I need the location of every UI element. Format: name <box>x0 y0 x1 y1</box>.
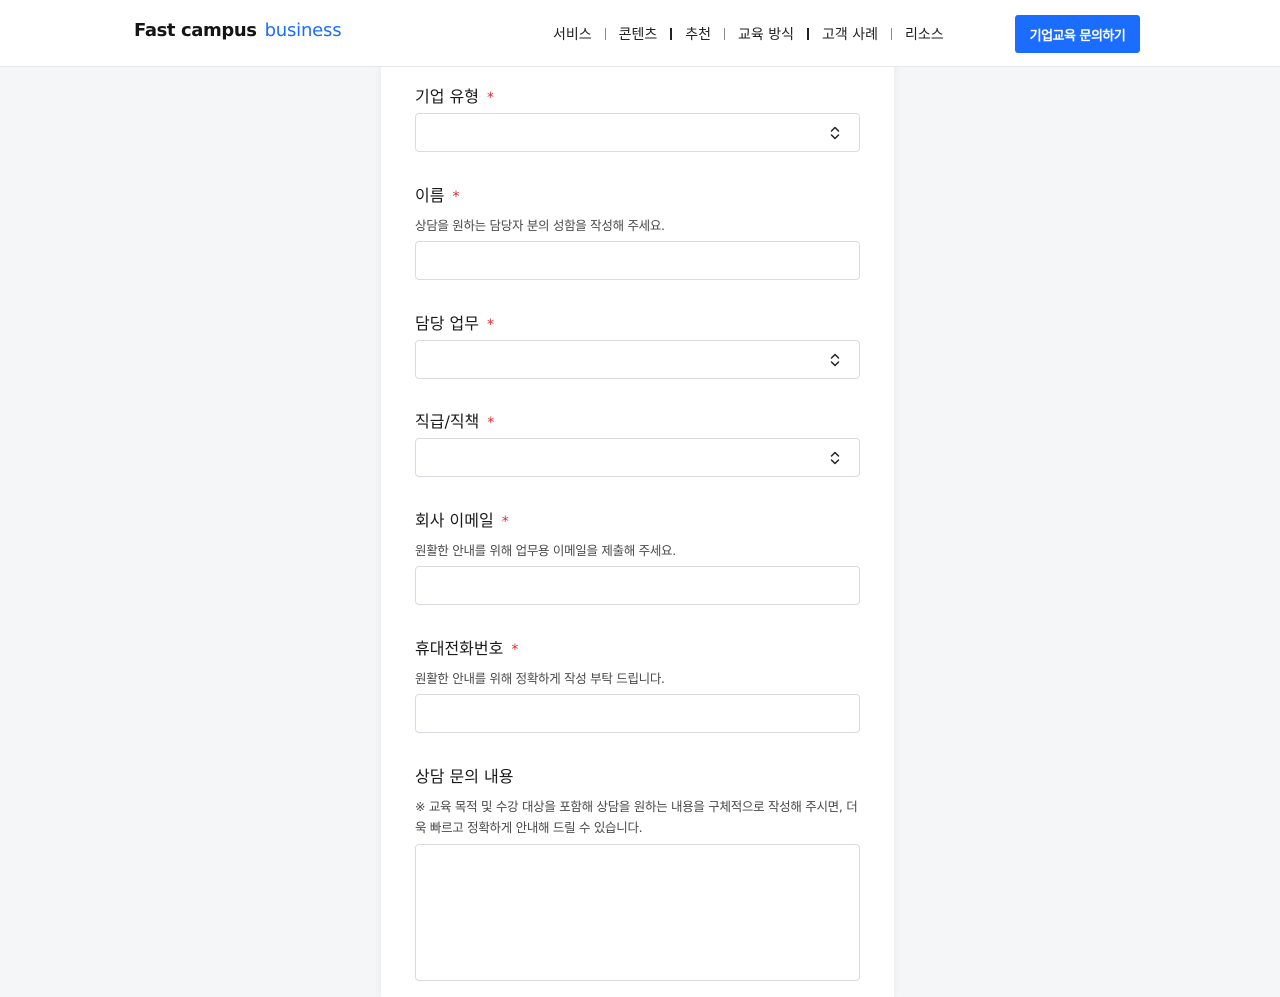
duty-label: 담당 업무 * <box>415 313 860 335</box>
top-header: Fast campus business 서비스 콘텐츠 추천 교육 방식 고객… <box>0 0 1280 67</box>
required-mark: * <box>501 514 509 530</box>
phone-label-text: 휴대전화번호 <box>415 639 504 658</box>
required-mark: * <box>452 189 460 205</box>
position-label: 직급/직책 * <box>415 411 860 433</box>
email-input[interactable] <box>415 566 860 605</box>
nav-item-contents[interactable]: 콘텐츠 <box>606 24 671 44</box>
position-select[interactable] <box>415 438 860 477</box>
corporate-inquiry-button[interactable]: 기업교육 문의하기 <box>1015 15 1140 53</box>
email-field: 회사 이메일 * 원활한 안내를 위해 업무용 이메일을 제출해 주세요. <box>415 510 860 605</box>
logo-main-text: Fast campus <box>134 20 257 41</box>
updown-chevron-icon <box>830 126 840 140</box>
name-input[interactable] <box>415 241 860 280</box>
inquiry-textarea[interactable] <box>415 844 860 981</box>
required-mark: * <box>487 415 495 431</box>
email-help-text: 원활한 안내를 위해 업무용 이메일을 제출해 주세요. <box>415 543 676 558</box>
position-label-text: 직급/직책 <box>415 412 480 431</box>
name-label: 이름 * <box>415 185 860 207</box>
nav-item-service[interactable]: 서비스 <box>540 24 605 44</box>
email-label-text: 회사 이메일 <box>415 511 494 530</box>
duty-select[interactable] <box>415 340 860 379</box>
nav-item-resources[interactable]: 리소스 <box>892 24 957 44</box>
phone-field: 휴대전화번호 * 원활한 안내를 위해 정확하게 작성 부탁 드립니다. <box>415 638 860 733</box>
updown-chevron-icon <box>830 451 840 465</box>
required-mark: * <box>486 317 494 333</box>
name-label-text: 이름 <box>415 186 445 205</box>
updown-chevron-icon <box>830 353 840 367</box>
inquiry-label: 상담 문의 내용 <box>415 766 860 788</box>
email-label: 회사 이메일 * <box>415 510 860 532</box>
name-help-text: 상담을 원하는 담당자 분의 성함을 작성해 주세요. <box>415 218 665 233</box>
company-type-label: 기업 유형 * <box>415 86 860 108</box>
duty-field: 담당 업무 * <box>415 313 860 379</box>
name-field: 이름 * 상담을 원하는 담당자 분의 성함을 작성해 주세요. <box>415 185 860 280</box>
fastcampus-business-logo[interactable]: Fast campus business <box>134 20 342 46</box>
duty-label-text: 담당 업무 <box>415 314 479 333</box>
inquiry-label-text: 상담 문의 내용 <box>415 767 514 786</box>
required-mark: * <box>486 90 494 106</box>
phone-help-text: 원활한 안내를 위해 정확하게 작성 부탁 드립니다. <box>415 671 665 686</box>
main-nav: 서비스 콘텐츠 추천 교육 방식 고객 사례 리소스 <box>540 22 957 46</box>
logo-sub-text: business <box>264 20 342 41</box>
position-field: 직급/직책 * <box>415 411 860 477</box>
phone-label: 휴대전화번호 * <box>415 638 860 660</box>
nav-item-customer-cases[interactable]: 고객 사례 <box>809 24 891 44</box>
company-type-field: 기업 유형 * <box>415 86 860 152</box>
required-mark: * <box>511 642 519 658</box>
nav-item-recommend[interactable]: 추천 <box>672 24 724 44</box>
inquiry-help-text: ※ 교육 목적 및 수강 대상을 포함해 상담을 원하는 내용을 구체적으로 작… <box>415 799 858 835</box>
inquiry-field: 상담 문의 내용 ※ 교육 목적 및 수강 대상을 포함해 상담을 원하는 내용… <box>415 766 860 981</box>
company-type-label-text: 기업 유형 <box>415 87 479 106</box>
phone-input[interactable] <box>415 694 860 733</box>
company-type-select[interactable] <box>415 113 860 152</box>
nav-item-education-method[interactable]: 교육 방식 <box>725 24 807 44</box>
